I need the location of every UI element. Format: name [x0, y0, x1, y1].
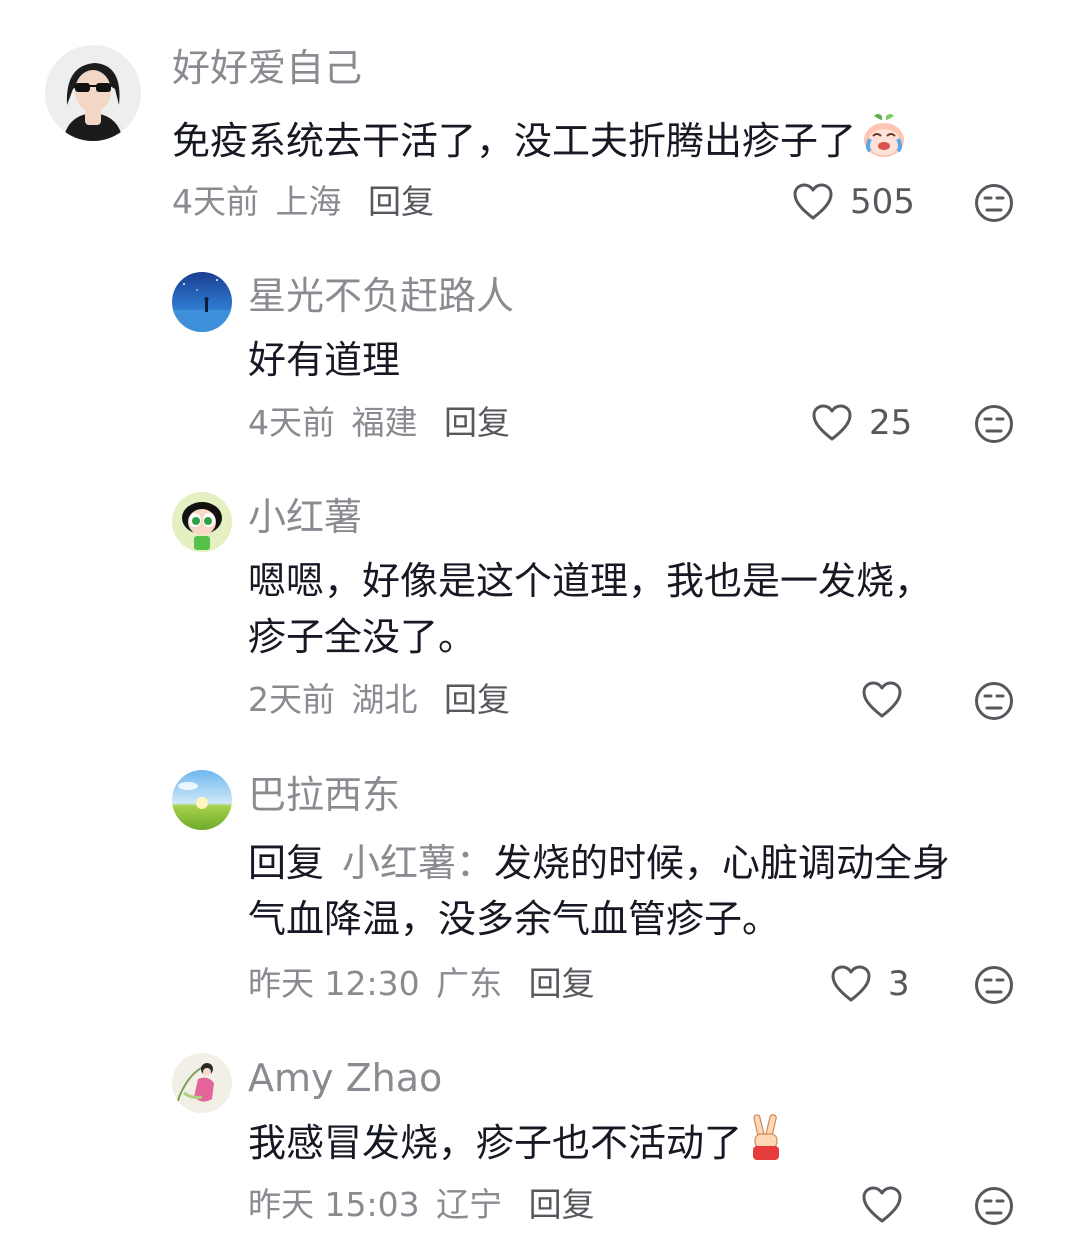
like-button[interactable] [861, 1183, 903, 1227]
heart-outline-icon [862, 1186, 902, 1223]
victory-hand-emoji [746, 1114, 786, 1177]
reply-button[interactable]: 回复 [529, 1185, 595, 1224]
comment-time: 昨天 15:03 [248, 1185, 420, 1224]
comment-text: 我感冒发烧，疹子也不活动了 [248, 1114, 786, 1177]
avatar[interactable] [172, 1053, 232, 1113]
comment-text-content: 我感冒发烧，疹子也不活动了 [248, 1121, 743, 1165]
dislike-button[interactable] [974, 1186, 1014, 1226]
comment-location: 辽宁 [436, 1185, 503, 1224]
comment-meta: 昨天 15:03 辽宁 回复 [248, 1185, 601, 1225]
username[interactable]: Amy Zhao [248, 1056, 442, 1100]
meh-face-icon [975, 1187, 1013, 1225]
comment-item: Amy Zhao 我感冒发烧，疹子也不活动了 昨天 15:03 辽宁 回复 [0, 0, 1080, 1239]
